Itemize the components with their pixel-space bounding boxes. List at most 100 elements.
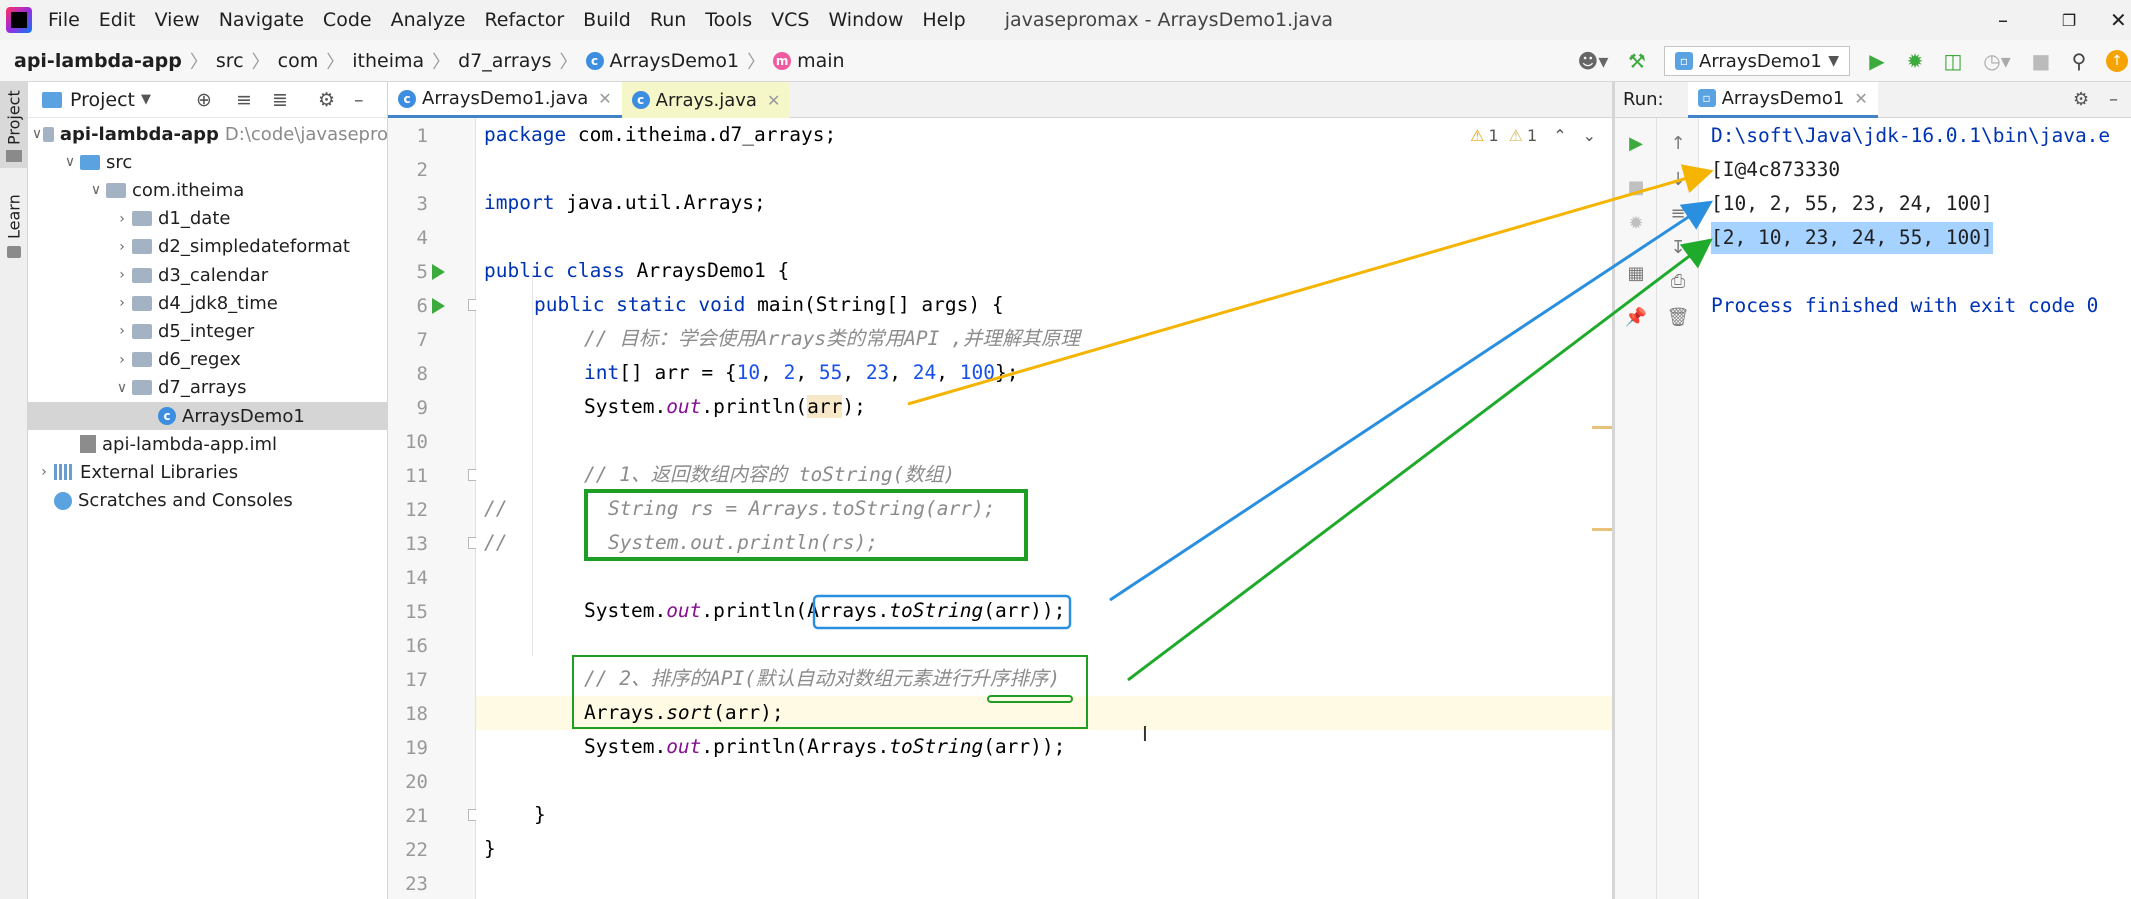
menu-window[interactable]: Window	[828, 9, 903, 31]
project-panel-title[interactable]: Project	[70, 89, 135, 111]
menu-refactor[interactable]: Refactor	[484, 9, 564, 31]
menu-run[interactable]: Run	[650, 9, 686, 31]
chevron-right-icon[interactable]: ›	[112, 267, 132, 283]
tree-item-label: d3_calendar	[158, 264, 269, 286]
minimize-icon[interactable]: –	[1980, 0, 2026, 40]
tree-item-scratches-and-consoles[interactable]: Scratches and Consoles	[28, 487, 388, 515]
tree-item-d7-arrays[interactable]: ∨ d7_arrays	[28, 374, 388, 402]
run-tab[interactable]: ▫ ArraysDemo1 ✕	[1687, 81, 1878, 118]
hide-panel-icon[interactable]: –	[354, 89, 364, 111]
tree-item-d3-calendar[interactable]: › d3_calendar	[28, 261, 388, 289]
chevron-down-icon[interactable]: ∨	[60, 154, 80, 170]
print-icon[interactable]: ⎙	[1665, 268, 1691, 294]
gear-icon[interactable]: ⚙	[318, 89, 335, 111]
tree-item-label: d5_integer	[158, 320, 255, 342]
inspection-widget[interactable]: ⚠ 1 ⚠ 1 ⌃ ⌄	[1470, 126, 1596, 145]
debug-bug-icon[interactable]: ✹	[1901, 47, 1929, 75]
run-gutter-icon[interactable]	[432, 298, 445, 314]
run-icon[interactable]: ▶	[1863, 47, 1891, 75]
breadcrumb-com[interactable]: com	[278, 50, 319, 72]
tree-item-d2-simpledateformat[interactable]: › d2_simpledateformat	[28, 233, 388, 261]
menu-file[interactable]: File	[48, 9, 80, 31]
tree-item-d4-jdk8-time[interactable]: › d4_jdk8_time	[28, 289, 388, 317]
breadcrumb-itheima[interactable]: itheima	[352, 50, 424, 72]
profiler-icon[interactable]: ◷▾	[1977, 47, 2017, 75]
tree-item-src[interactable]: ∨ src	[28, 148, 388, 176]
chevron-down-icon[interactable]: ⌄	[1583, 126, 1596, 145]
stop-icon[interactable]: ■	[1623, 174, 1649, 200]
update-icon[interactable]: ↑	[2103, 47, 2131, 75]
console-output[interactable]: D:\soft\Java\jdk-16.0.1\bin\java.e [I@4c…	[1699, 118, 2131, 899]
editor-gutter[interactable]: 1 2 3 4 5 6 7 8 9 10 11 12 13 14 15 16 17 18 19 20 21 22 23	[388, 118, 480, 899]
close-window-icon[interactable]: ✕	[2110, 0, 2131, 40]
arrow-down-icon[interactable]: ↓	[1665, 166, 1691, 192]
chevron-right-icon[interactable]: ›	[112, 239, 132, 255]
chevron-right-icon[interactable]: ›	[112, 323, 132, 339]
stop-icon[interactable]: ■	[2027, 47, 2055, 75]
locate-icon[interactable]: ⊕	[196, 89, 212, 111]
menu-code[interactable]: Code	[323, 9, 372, 31]
expand-all-icon[interactable]: ≣	[272, 89, 288, 111]
pin-icon[interactable]: 📌	[1623, 304, 1649, 330]
line-number: 22	[405, 839, 428, 861]
menu-build[interactable]: Build	[583, 9, 631, 31]
tree-item-com-itheima[interactable]: ∨ com.itheima	[28, 176, 388, 204]
tree-item-d5-integer[interactable]: › d5_integer	[28, 317, 388, 345]
menu-vcs[interactable]: VCS	[771, 9, 809, 31]
menu-edit[interactable]: Edit	[99, 9, 136, 31]
close-icon[interactable]: ✕	[767, 91, 780, 110]
scroll-to-end-icon[interactable]: ↧	[1665, 234, 1691, 260]
collapse-all-icon[interactable]: ≡	[236, 89, 252, 111]
tree-item-external-libraries[interactable]: › External Libraries	[28, 458, 388, 486]
gear-icon[interactable]: ⚙	[2073, 89, 2089, 110]
tree-item-api-lambda-app-iml[interactable]: api-lambda-app.iml	[28, 430, 388, 458]
chevron-right-icon[interactable]: ›	[34, 464, 54, 480]
close-icon[interactable]: ✕	[598, 89, 611, 108]
hide-panel-icon[interactable]: –	[2109, 89, 2118, 110]
arrow-up-icon[interactable]: ↑	[1665, 130, 1691, 156]
chevron-down-icon[interactable]: ∨	[112, 380, 132, 396]
breadcrumb-d7-arrays[interactable]: d7_arrays	[458, 50, 551, 72]
menu-view[interactable]: View	[155, 9, 200, 31]
intellij-logo-icon[interactable]	[6, 7, 32, 33]
build-hammer-icon[interactable]: ⚒	[1623, 47, 1651, 75]
chevron-up-icon[interactable]: ⌃	[1553, 126, 1566, 145]
breadcrumb-class[interactable]: c ArraysDemo1	[585, 50, 739, 72]
search-icon[interactable]: ⚲	[2065, 47, 2093, 75]
warning-icon: ⚠	[1470, 126, 1485, 145]
rerun-icon[interactable]: ▶	[1623, 130, 1649, 156]
close-icon[interactable]: ✕	[1854, 89, 1867, 108]
tree-item-d1-date[interactable]: › d1_date	[28, 205, 388, 233]
restore-icon[interactable]: ❐	[2046, 0, 2092, 40]
tab-arrays[interactable]: c Arrays.java ✕	[621, 82, 791, 118]
chevron-right-icon[interactable]: ›	[112, 295, 132, 311]
tree-item-api-lambda-app[interactable]: ∨ api-lambda-app D:\code\javasepro	[28, 120, 388, 148]
tab-arraysdemo1[interactable]: c ArraysDemo1.java ✕	[388, 82, 622, 118]
run-gutter-icon[interactable]	[432, 264, 445, 280]
chevron-right-icon[interactable]: ›	[112, 211, 132, 227]
tree-item-d6-regex[interactable]: › d6_regex	[28, 346, 388, 374]
chevron-right-icon[interactable]: ›	[112, 352, 132, 368]
package-icon	[132, 323, 152, 339]
layout-icon[interactable]: ▦	[1623, 260, 1649, 286]
breadcrumb-src[interactable]: src	[216, 50, 244, 72]
menu-navigate[interactable]: Navigate	[219, 9, 304, 31]
run-configuration-select[interactable]: ▫ ArraysDemo1 ▼	[1664, 46, 1850, 76]
chevron-down-icon[interactable]: ∨	[86, 182, 106, 198]
soft-wrap-icon[interactable]: ≡	[1665, 200, 1691, 226]
menu-help[interactable]: Help	[922, 9, 965, 31]
chevron-down-icon[interactable]: ∨	[31, 126, 42, 142]
project-tool-tab[interactable]: Project	[0, 88, 28, 148]
trash-icon[interactable]: 🗑	[1665, 304, 1691, 330]
debug-icon[interactable]: ✹	[1623, 210, 1649, 236]
user-icon[interactable]: ☻▾	[1573, 47, 1613, 75]
breadcrumb-project[interactable]: api-lambda-app	[14, 50, 182, 72]
menu-analyze[interactable]: Analyze	[391, 9, 466, 31]
breadcrumb-method[interactable]: m main	[773, 50, 845, 72]
learn-tool-tab[interactable]: Learn	[0, 192, 28, 242]
menu-tools[interactable]: Tools	[705, 9, 752, 31]
code-editor[interactable]: ⚠ 1 ⚠ 1 ⌃ ⌄ package com.itheima.d7_arrays;…	[476, 118, 1612, 899]
tree-item-arraysdemo1[interactable]: c ArraysDemo1	[28, 402, 388, 430]
coverage-icon[interactable]: ◫	[1939, 47, 1967, 75]
chevron-down-icon[interactable]: ▼	[141, 92, 151, 107]
